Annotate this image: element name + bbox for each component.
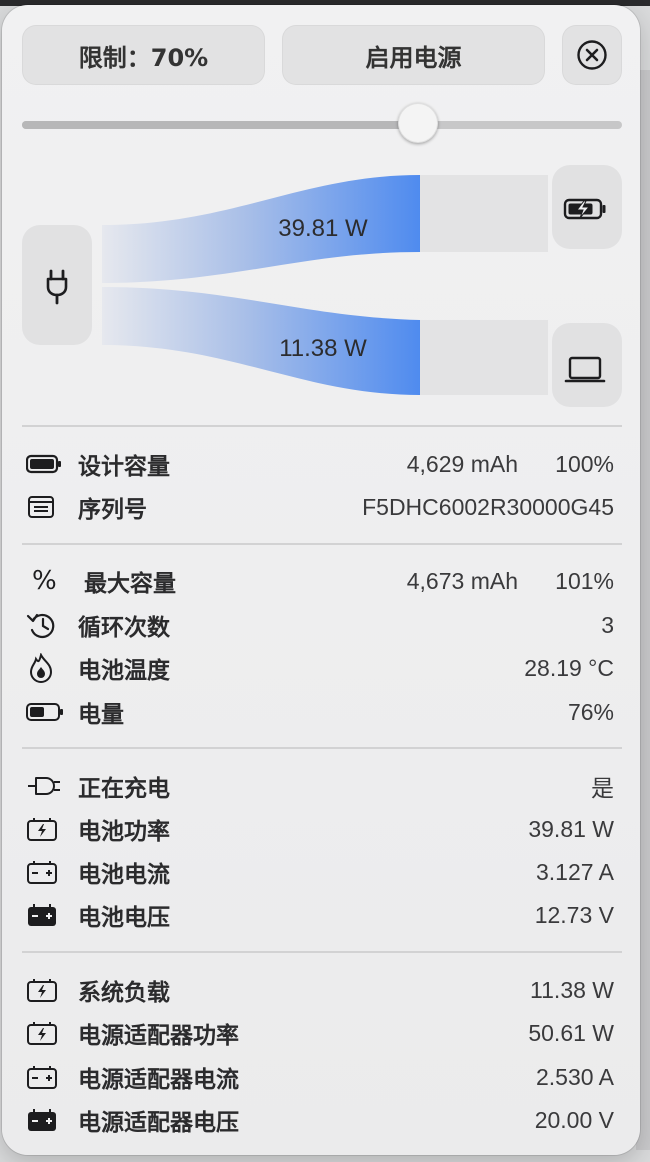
charge-limit-button[interactable]: 限制：70%: [22, 25, 265, 85]
stat-value: 4,673 mAh: [406, 567, 518, 594]
stat-row-battery-temperature: 电池温度 28.19 °C: [26, 648, 614, 688]
stat-value: 4,629 mAh: [406, 450, 518, 477]
stat-label: 电池温度: [78, 658, 170, 684]
stat-row-max-capacity: % 最大容量 4,673 mAh 101%: [26, 561, 614, 601]
stat-label: 序列号: [78, 497, 147, 523]
stat-value: 是: [591, 775, 614, 801]
stat-value-percent: 100%: [555, 450, 614, 477]
stat-row-charge-level: 电量 76%: [26, 692, 614, 732]
stat-label: 电池电流: [78, 862, 170, 888]
stat-row-adapter-voltage: 电源适配器电压 20.00 V: [26, 1100, 614, 1140]
stat-row-design-capacity: 设计容量 4,629 mAh 100%: [26, 444, 614, 484]
stat-label: 系统负载: [78, 980, 170, 1006]
divider: [22, 425, 622, 427]
close-icon: [577, 40, 607, 70]
adapter-power-icon: [26, 1017, 66, 1049]
battery-level-icon: [26, 696, 66, 728]
power-flow-diagram: [22, 165, 622, 407]
stat-label: 最大容量: [84, 571, 176, 597]
computer-node-box: [552, 323, 622, 407]
adapter-current-icon: [26, 1061, 66, 1093]
stat-row-battery-current: 电池电流 3.127 A: [26, 852, 614, 892]
stat-row-adapter-power: 电源适配器功率 50.61 W: [26, 1013, 614, 1053]
stat-value: F5DHC6002R30000G45: [362, 493, 614, 520]
stat-value: 11.38 W: [530, 976, 614, 1003]
divider: [22, 543, 622, 545]
stat-row-adapter-current: 电源适配器电流 2.530 A: [26, 1057, 614, 1097]
stat-value: 3.127 A: [535, 858, 614, 885]
charging-plug-icon: [26, 770, 66, 802]
adapter-voltage-icon: [26, 1104, 66, 1136]
battery-flow-tail: [420, 175, 548, 252]
stat-row-serial-number: 序列号 F5DHC6002R30000G45: [26, 487, 614, 527]
charge-limit-label: 限制：70%: [78, 43, 209, 72]
system-flow-tail: [420, 320, 548, 395]
stat-row-charging: 正在充电 是: [26, 766, 614, 806]
stat-value: 76%: [567, 698, 614, 725]
enable-power-label: 启用电源: [365, 43, 462, 72]
battery-popover-panel: 限制：70% 启用电源 39.81 W 11.38 W 设计容量 4,629 m…: [2, 5, 640, 1155]
battery-full-icon: [26, 448, 66, 480]
charge-limit-slider-knob[interactable]: [398, 103, 438, 143]
stat-value: 50.61 W: [528, 1019, 614, 1046]
stat-label: 电池电压: [78, 905, 170, 931]
stat-label: 电源适配器功率: [78, 1023, 239, 1049]
divider: [22, 951, 622, 953]
stat-value-percent: 101%: [555, 567, 614, 594]
stat-label: 设计容量: [78, 454, 170, 480]
divider: [22, 747, 622, 749]
stat-row-system-load: 系统负载 11.38 W: [26, 970, 614, 1010]
stat-label: 循环次数: [78, 615, 170, 641]
battery-flow-value: 39.81 W: [278, 215, 368, 242]
percent-icon: %: [32, 566, 57, 596]
stat-label: 电池功率: [78, 819, 170, 845]
stat-label: 电源适配器电压: [78, 1110, 239, 1136]
stat-value: 28.19 °C: [524, 654, 614, 681]
temperature-icon: [26, 652, 66, 684]
charge-limit-slider-track[interactable]: [22, 121, 622, 129]
stat-value: 39.81 W: [528, 815, 614, 842]
stat-value: 3: [601, 611, 614, 638]
battery-power-icon: [26, 813, 66, 845]
system-load-icon: [26, 974, 66, 1006]
stat-value: 2.530 A: [535, 1063, 614, 1090]
stat-label: 正在充电: [78, 776, 170, 802]
enable-power-button[interactable]: 启用电源: [282, 25, 545, 85]
stat-row-cycle-count: 循环次数 3: [26, 605, 614, 645]
cycle-count-icon: [26, 609, 66, 641]
stat-row-battery-voltage: 电池电压 12.73 V: [26, 895, 614, 935]
battery-current-icon: [26, 856, 66, 888]
stat-row-battery-power: 电池功率 39.81 W: [26, 809, 614, 849]
close-button[interactable]: [562, 25, 622, 85]
system-flow-value: 11.38 W: [279, 335, 367, 362]
stat-label: 电量: [78, 702, 124, 728]
adapter-node-box: [22, 225, 92, 345]
stat-value: 20.00 V: [534, 1106, 614, 1133]
battery-voltage-icon: [26, 899, 66, 931]
charge-limit-slider-fill: [22, 121, 418, 129]
stat-label: 电源适配器电流: [78, 1067, 239, 1093]
stat-value: 12.73 V: [534, 901, 614, 928]
serial-number-icon: [26, 491, 66, 523]
